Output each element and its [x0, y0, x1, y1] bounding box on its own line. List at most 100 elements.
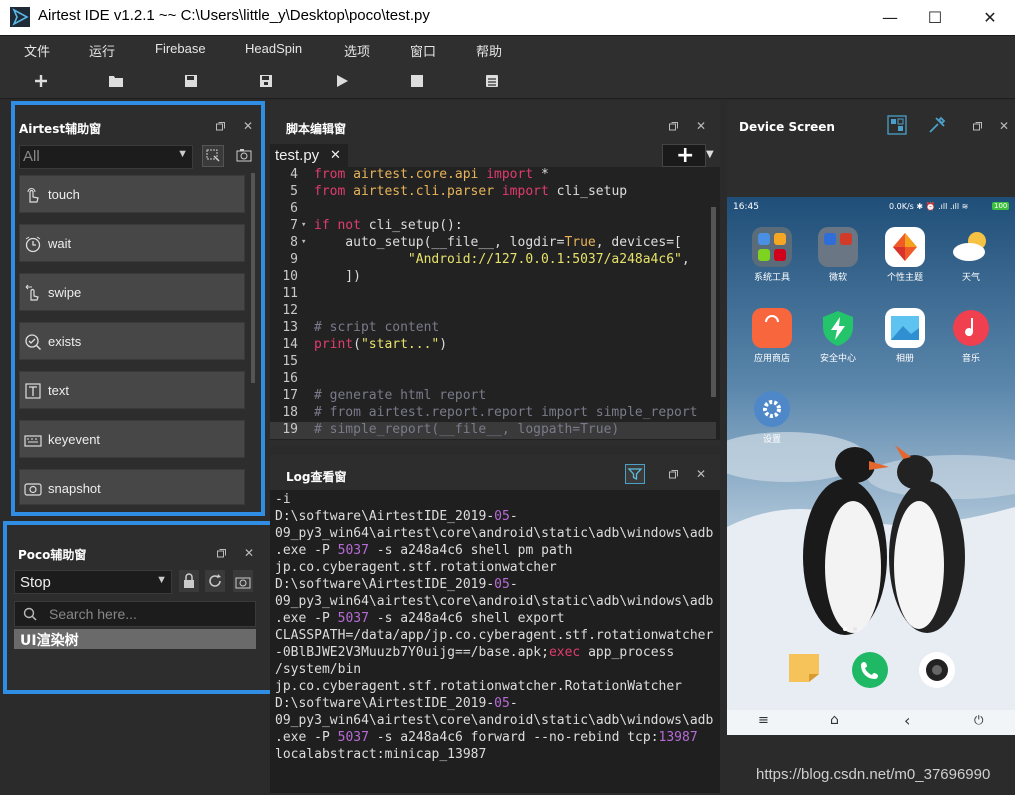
stop-icon[interactable]: [407, 71, 427, 91]
back-icon[interactable]: ‹: [904, 711, 910, 730]
poco-mode-select[interactable]: Stop ▼: [14, 570, 172, 594]
select-region-icon[interactable]: [202, 145, 224, 167]
menu-headspin[interactable]: HeadSpin: [245, 41, 302, 56]
swipe-action-button[interactable]: swipe: [19, 273, 245, 311]
close-panel-icon[interactable]: ✕: [241, 119, 255, 133]
code-line[interactable]: 7 ▾ if not cli_setup():: [270, 218, 716, 235]
code-line[interactable]: 5 from airtest.cli.parser import cli_setu…: [270, 184, 716, 201]
code-line[interactable]: 16: [270, 371, 716, 388]
tools-icon[interactable]: [927, 115, 947, 135]
menu-firebase[interactable]: Firebase: [155, 41, 206, 56]
filter-icon[interactable]: [625, 464, 645, 484]
line-number: 14: [282, 337, 298, 352]
refresh-icon[interactable]: [205, 570, 225, 592]
camera-icon[interactable]: [234, 145, 256, 167]
menu-help[interactable]: 帮助: [476, 41, 502, 60]
touch-action-button[interactable]: touch: [19, 175, 245, 213]
exists-action-label: exists: [48, 334, 82, 349]
chevron-down-icon[interactable]: ▼: [706, 149, 714, 160]
fold-arrow-icon[interactable]: ▾: [301, 220, 306, 230]
code-line[interactable]: 8 ▾ auto_setup(__file__, logdir=True, dev…: [270, 235, 716, 252]
float-panel-icon[interactable]: [213, 119, 227, 133]
float-panel-icon[interactable]: [666, 467, 680, 481]
gallery-icon[interactable]: [885, 308, 925, 348]
menu-file[interactable]: 文件: [24, 41, 50, 60]
menu-window[interactable]: 窗口: [410, 41, 436, 60]
new-file-icon[interactable]: [31, 71, 51, 91]
log-line: 09_py3_win64\airtest\core\android\static…: [275, 526, 714, 541]
fold-arrow-icon[interactable]: ▾: [301, 237, 306, 247]
snapshot-action-button[interactable]: snapshot: [19, 469, 245, 505]
device-layout-icon[interactable]: [887, 115, 907, 135]
line-number: 9: [290, 252, 298, 267]
code-line[interactable]: 10 ]): [270, 269, 716, 286]
save-icon[interactable]: [181, 71, 201, 91]
action-filter-select[interactable]: All ▼: [19, 145, 193, 169]
close-panel-icon[interactable]: ✕: [694, 467, 708, 481]
save-as-icon[interactable]: [256, 71, 276, 91]
security-center-icon[interactable]: [818, 308, 858, 348]
menu-run[interactable]: 运行: [89, 41, 115, 60]
close-panel-icon[interactable]: ✕: [997, 119, 1011, 133]
float-panel-icon[interactable]: [666, 119, 680, 133]
code-line[interactable]: 17 # generate html report: [270, 388, 716, 405]
code-line[interactable]: 15: [270, 354, 716, 371]
menu-options[interactable]: 选项: [344, 41, 370, 60]
float-panel-icon[interactable]: [970, 119, 984, 133]
code-line[interactable]: 4 from airtest.core.api import *: [270, 167, 716, 184]
system-tools-folder-icon[interactable]: [752, 227, 792, 267]
code-line[interactable]: 19 # simple_report(__file__, logpath=True…: [270, 422, 716, 439]
tab-test-py[interactable]: test.py ✕: [270, 144, 348, 167]
code-line[interactable]: 9 "Android://127.0.0.1:5037/a248a4c6",: [270, 252, 716, 269]
open-folder-icon[interactable]: [106, 71, 126, 91]
line-number: 17: [282, 388, 298, 403]
code-line[interactable]: 13 # script content: [270, 320, 716, 337]
music-icon[interactable]: [951, 308, 991, 348]
code-text: if not cli_setup():: [314, 218, 463, 233]
search-icon: [23, 607, 37, 621]
code-line[interactable]: 14 print("start..."): [270, 337, 716, 354]
line-number: 6: [290, 201, 298, 216]
power-icon[interactable]: ⏻: [974, 713, 984, 728]
home-icon[interactable]: ⌂: [830, 712, 839, 728]
action-list-scrollbar[interactable]: [251, 173, 255, 383]
log-line: /system/bin: [275, 662, 362, 677]
minimize-button[interactable]: —: [865, 0, 915, 35]
code-line[interactable]: 6: [270, 201, 716, 218]
poco-search-input[interactable]: Search here...: [14, 601, 256, 627]
phone-icon[interactable]: [852, 652, 888, 688]
code-line[interactable]: 11: [270, 286, 716, 303]
code-editor[interactable]: 4 from airtest.core.api import * 5 from air…: [270, 167, 720, 440]
ui-tree-root[interactable]: UI渲染树: [14, 629, 256, 649]
report-icon[interactable]: [482, 71, 502, 91]
settings-icon[interactable]: [752, 389, 792, 429]
keyevent-action-button[interactable]: keyevent: [19, 420, 245, 458]
add-tab-button[interactable]: +: [662, 143, 706, 168]
code-line[interactable]: 18 # from airtest.report.report import si…: [270, 405, 716, 422]
themes-icon[interactable]: [885, 227, 925, 267]
camera-icon[interactable]: [919, 652, 955, 688]
wait-action-button[interactable]: wait: [19, 224, 245, 262]
close-button[interactable]: ✕: [965, 0, 1015, 35]
menu-icon[interactable]: ≡: [758, 713, 769, 728]
camera-icon[interactable]: [233, 570, 253, 592]
exists-action-button[interactable]: exists: [19, 322, 245, 360]
float-panel-icon[interactable]: [214, 546, 228, 560]
close-panel-icon[interactable]: ✕: [694, 119, 708, 133]
notes-icon[interactable]: [787, 652, 821, 684]
title-bar[interactable]: Airtest IDE v1.2.1 ~~ C:\Users\little_y\…: [0, 0, 1015, 35]
code-line[interactable]: 12: [270, 303, 716, 320]
tab-label: test.py: [275, 147, 320, 164]
log-output[interactable]: -i D:\software\AirtestIDE_2019-05- 09_py3_…: [270, 490, 720, 793]
text-action-button[interactable]: text: [19, 371, 245, 409]
maximize-button[interactable]: ☐: [910, 0, 960, 35]
tab-close-icon[interactable]: ✕: [330, 147, 341, 163]
device-screen[interactable]: 16:45 0.0K/s ✱ ⏰ .ıll .ıll ≋ 100 系统工具 微软…: [727, 197, 1015, 735]
app-store-icon[interactable]: [752, 308, 792, 348]
play-icon[interactable]: [332, 71, 352, 91]
close-panel-icon[interactable]: ✕: [242, 546, 256, 560]
weather-icon[interactable]: [951, 227, 991, 267]
app-label: 系统工具: [753, 273, 790, 283]
microsoft-folder-icon[interactable]: [818, 227, 858, 267]
lock-icon[interactable]: [179, 570, 199, 592]
